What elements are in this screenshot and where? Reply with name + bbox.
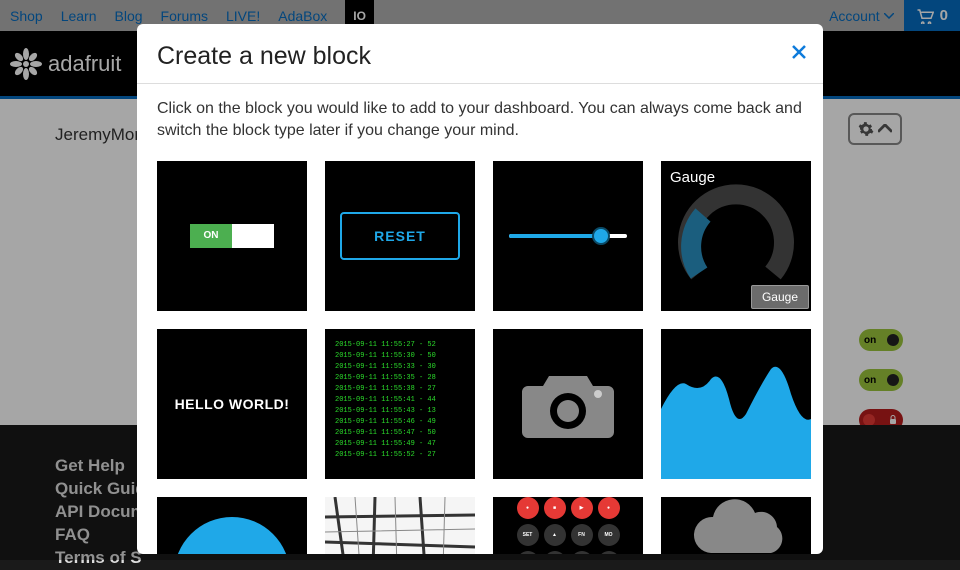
block-momentary-button[interactable]: RESET — [325, 161, 475, 311]
modal-close-button[interactable] — [791, 40, 807, 66]
remote-preview: ●■▶● SET▲FNMO ◀OK▶RET — [517, 497, 620, 554]
block-remote[interactable]: ●■▶● SET▲FNMO ◀OK▶RET — [493, 497, 643, 554]
block-color-picker[interactable] — [157, 497, 307, 554]
block-gauge[interactable]: Gauge Gauge — [661, 161, 811, 311]
block-map[interactable] — [325, 497, 475, 554]
block-line-chart[interactable] — [661, 329, 811, 479]
modal-title: Create a new block — [157, 42, 803, 71]
block-text[interactable]: HELLO WORLD! — [157, 329, 307, 479]
line-chart-icon — [661, 329, 811, 479]
gauge-tooltip: Gauge — [751, 285, 809, 309]
modal-overlay[interactable]: Create a new block Click on the block yo… — [0, 0, 960, 560]
stream-preview: 2015-09-11 11:55:27 - 52 2015-09-11 11:5… — [325, 329, 475, 479]
block-weather[interactable] — [661, 497, 811, 554]
toggle-switch-preview: ON — [190, 224, 274, 248]
cloud-icon — [681, 498, 791, 554]
block-slider[interactable] — [493, 161, 643, 311]
text-preview: HELLO WORLD! — [175, 396, 290, 412]
circle-icon — [167, 497, 297, 554]
block-stream[interactable]: 2015-09-11 11:55:27 - 52 2015-09-11 11:5… — [325, 329, 475, 479]
modal-description: Click on the block you would like to add… — [157, 98, 803, 143]
reset-button-preview: RESET — [340, 212, 460, 260]
slider-preview — [509, 234, 627, 238]
close-icon — [791, 44, 807, 60]
camera-icon — [518, 366, 618, 441]
block-image[interactable] — [493, 329, 643, 479]
block-toggle[interactable]: ON — [157, 161, 307, 311]
map-preview — [325, 497, 475, 554]
create-block-modal: Create a new block Click on the block yo… — [137, 24, 823, 554]
gauge-icon — [671, 183, 801, 288]
block-grid: ON RESET Gauge Gauge HELLO — [157, 161, 803, 554]
